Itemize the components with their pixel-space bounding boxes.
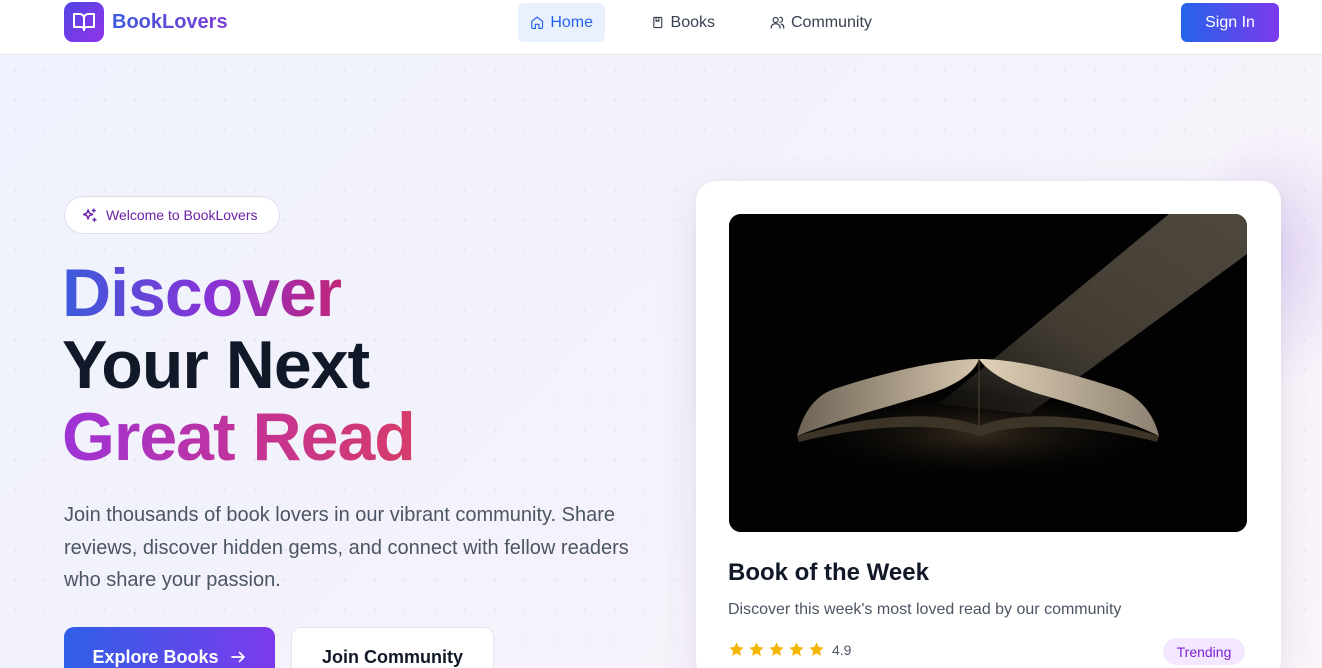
star-icon bbox=[789, 642, 804, 656]
star-icon bbox=[809, 642, 824, 656]
open-book-icon bbox=[73, 13, 95, 31]
home-icon bbox=[531, 16, 544, 30]
book-cover-image bbox=[729, 214, 1247, 532]
welcome-badge-label: Welcome to BookLovers bbox=[106, 207, 258, 223]
join-community-button[interactable]: Join Community bbox=[291, 627, 494, 668]
headline-line-1: Discover bbox=[62, 255, 342, 331]
arrow-right-icon bbox=[230, 651, 245, 663]
hero-section: Welcome to BookLovers Discover Your Next… bbox=[0, 55, 1322, 668]
hero-headline: Discover Your Next Great Read bbox=[62, 255, 416, 475]
open-book-illustration bbox=[729, 214, 1247, 532]
headline-line-2: Your Next bbox=[62, 327, 370, 403]
star-icon bbox=[729, 642, 744, 656]
rating-value: 4.9 bbox=[832, 641, 852, 658]
explore-books-button[interactable]: Explore Books bbox=[64, 627, 275, 668]
trending-tag: Trending bbox=[1163, 638, 1245, 665]
star-rating: 4.9 bbox=[728, 641, 851, 658]
nav-books[interactable]: Books bbox=[639, 3, 727, 42]
nav-community[interactable]: Community bbox=[758, 3, 885, 42]
join-community-label: Join Community bbox=[321, 646, 463, 667]
users-icon bbox=[770, 16, 785, 29]
card-title: Book of the Week bbox=[728, 559, 929, 586]
nav-community-label: Community bbox=[791, 13, 872, 31]
book-icon bbox=[653, 16, 663, 29]
nav-home-label: Home bbox=[550, 13, 593, 31]
star-icon bbox=[749, 642, 764, 656]
welcome-badge: Welcome to BookLovers bbox=[64, 196, 280, 234]
nav-home[interactable]: Home bbox=[518, 3, 605, 42]
nav-books-label: Books bbox=[670, 13, 715, 31]
logo-badge[interactable] bbox=[64, 2, 104, 42]
explore-books-label: Explore Books bbox=[92, 646, 219, 667]
star-icon bbox=[769, 642, 784, 656]
hero-description: Join thousands of book lovers in our vib… bbox=[64, 504, 629, 591]
sparkles-icon bbox=[82, 207, 97, 222]
headline-line-3: Great Read bbox=[62, 399, 416, 475]
card-description: Discover this week's most loved read by … bbox=[728, 601, 1122, 618]
sign-in-button[interactable]: Sign In bbox=[1181, 3, 1279, 42]
book-of-week-card[interactable]: Book of the Week Discover this week's mo… bbox=[696, 181, 1281, 668]
brand-name[interactable]: BookLovers bbox=[112, 10, 228, 34]
top-navbar: BookLovers Home Books Community Sign In bbox=[0, 0, 1322, 55]
